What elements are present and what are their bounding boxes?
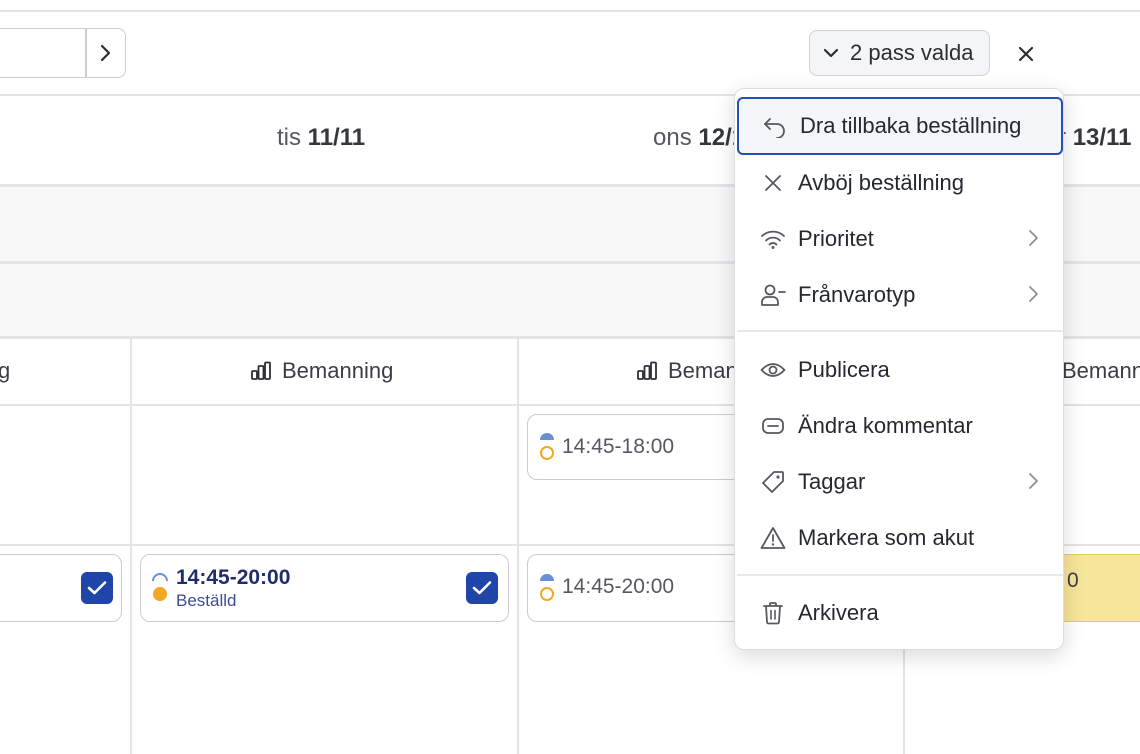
chevron-right-icon [1029,286,1038,302]
selected-shifts-label: 2 pass valda [850,40,974,65]
schedule-view: 2 pass valda tis 11/11 ons 12/11 tor 13/… [0,0,1140,754]
column-header-staffing[interactable]: Bemanning [250,358,393,384]
menu-item-label: Publicera [798,357,890,382]
shift-checkbox[interactable] [81,572,113,604]
checkmark-icon [472,581,492,595]
menu-item-label: Arkivera [798,600,879,625]
menu-item-archive[interactable]: Arkivera [737,585,1063,641]
menu-item-label: Prioritet [798,226,874,251]
shift-card-selected[interactable] [0,554,122,622]
eye-icon [759,356,787,384]
menu-separator [737,330,1063,332]
menu-separator [737,574,1063,576]
urgent-shift-card[interactable]: 0 [1056,554,1140,622]
menu-item-publish[interactable]: Publicera [737,342,1063,398]
menu-item-mark-urgent[interactable]: Markera som akut [737,510,1063,566]
day-prefix: ons [653,124,692,151]
trash-icon [759,599,787,627]
day-date: 13/11 [1072,124,1132,151]
menu-item-decline-order[interactable]: Avböj beställning [737,155,1063,211]
close-icon [1018,46,1034,62]
shift-status: Beställd [176,591,237,610]
shift-card-selected[interactable]: 14:45-20:00 Beställd [140,554,509,622]
shift-time: 0 [1067,569,1079,592]
shift-checkbox[interactable] [466,572,498,604]
shift-time: 14:45-20:00 [562,575,675,598]
menu-item-withdraw-order[interactable]: Dra tillbaka beställning [737,97,1063,155]
column-divider [130,338,132,754]
person-minus-icon [759,281,787,309]
menu-item-label: Ändra kommentar [798,413,973,438]
top-divider [0,10,1140,12]
column-header-label: Bemanning [282,358,394,383]
menu-item-label: Dra tillbaka beställning [800,113,1022,138]
day-date: 11/11 [307,124,366,151]
day-header-tue: tis 11/11 [277,124,365,152]
close-icon [759,169,787,197]
bar-chart-icon [251,361,271,380]
menu-item-label: Taggar [798,469,866,494]
status-indicator-icon [540,433,554,460]
selected-shifts-button[interactable]: 2 pass valda [809,30,990,76]
menu-item-priority[interactable]: Prioritet [737,211,1063,267]
column-divider [517,338,519,754]
day-prefix: tis [277,124,301,151]
shift-actions-menu: Dra tillbaka beställning Avböj beställni… [734,88,1064,650]
comment-icon [759,412,787,440]
chevron-right-icon [100,44,111,62]
chevron-down-icon [823,48,839,58]
menu-item-label: Markera som akut [798,525,975,550]
menu-item-label: Frånvarotyp [798,282,916,307]
status-indicator-icon [152,573,168,601]
shift-time: 14:45-18:00 [562,435,675,458]
shift-time: 14:45-20:00 [176,566,291,589]
column-header-label: Bemanning [1062,358,1140,383]
checkmark-icon [87,581,107,595]
date-range-input[interactable] [0,28,126,78]
tag-icon [759,468,787,496]
undo-icon [761,113,789,141]
warning-icon [759,524,787,552]
bar-chart-icon [637,361,657,380]
next-week-button[interactable] [87,29,125,77]
chevron-right-icon [1029,230,1038,246]
menu-item-label: Avböj beställning [798,170,964,195]
menu-item-edit-comment[interactable]: Ändra kommentar [737,398,1063,454]
menu-item-tags[interactable]: Taggar [737,454,1063,510]
status-indicator-icon [540,574,554,601]
wifi-icon [759,225,787,253]
column-header-label: g [0,358,11,383]
column-header-partial-left: g [0,358,10,384]
menu-item-absence-type[interactable]: Frånvarotyp [737,267,1063,323]
clear-selection-button[interactable] [1012,40,1040,68]
chevron-right-icon [1029,473,1038,489]
